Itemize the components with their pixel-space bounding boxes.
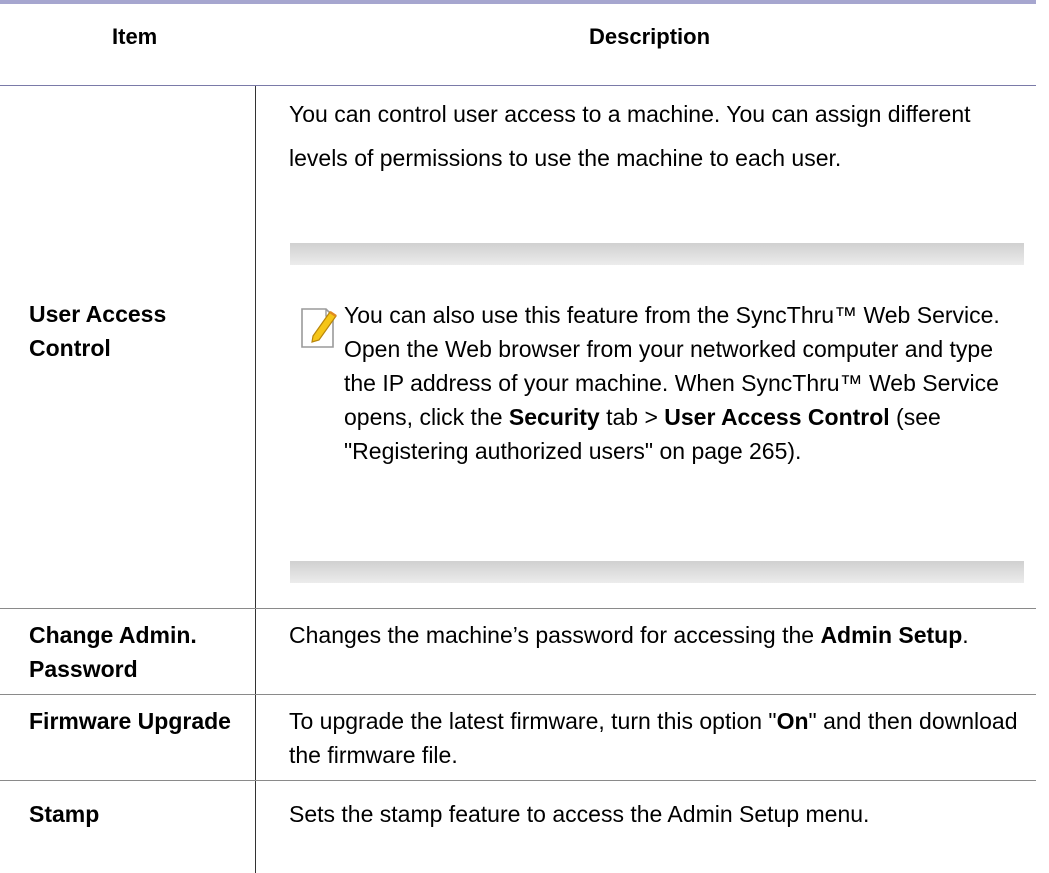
row-separator [0,608,1036,609]
row-item-user-access-control: User Access Control [29,301,167,361]
row-description-user-access-control: You can control user access to a machine… [289,101,971,171]
row-description-stamp: Sets the stamp feature to access the Adm… [289,801,870,827]
row-item-firmware-upgrade: Firmware Upgrade [29,708,231,734]
row-item-stamp: Stamp [29,801,100,827]
row-description-change-admin-password: Changes the machine’s password for acces… [289,622,969,648]
note-icon [301,308,337,348]
note-box: You can also use this feature from the S… [290,243,1024,583]
note-bottom-band [290,561,1024,583]
row-item-change-admin-password: Change Admin. Password [29,622,197,682]
column-divider [255,695,256,780]
note-text: You can also use this feature from the S… [344,302,1000,464]
header-separator [0,85,1036,86]
row-description-firmware-upgrade: To upgrade the latest firmware, turn thi… [289,708,1018,768]
note-top-band [290,243,1024,265]
row-separator [0,694,1036,695]
column-divider [255,86,256,608]
header-item: Item [112,24,158,49]
row-separator [0,780,1036,781]
column-divider [255,609,256,694]
header-top-rule [0,0,1036,4]
settings-table: Item Description User Access Control You… [0,0,1049,873]
header-description: Description [589,24,711,49]
column-divider [255,781,256,873]
